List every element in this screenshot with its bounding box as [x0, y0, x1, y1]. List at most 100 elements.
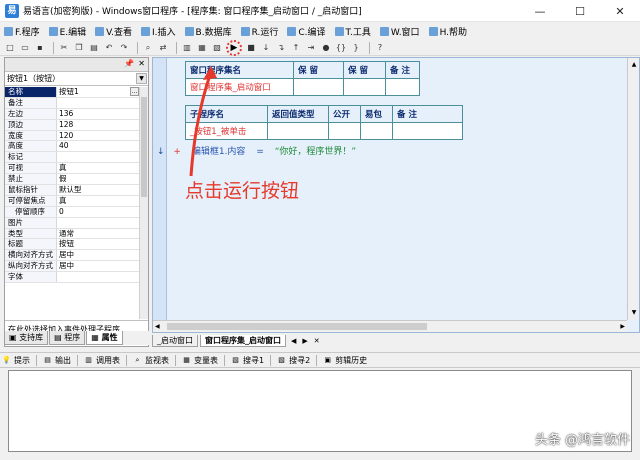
run-to-cursor-icon[interactable]: ⇥	[305, 42, 317, 54]
replace-icon[interactable]: ⇄	[157, 42, 169, 54]
property-value[interactable]: 默认型	[57, 185, 140, 195]
tab-output[interactable]: ▤ 输出	[43, 355, 71, 366]
property-row[interactable]: 鼠标指针 默认型	[5, 185, 140, 196]
menu-help[interactable]: H.帮助	[428, 25, 467, 38]
property-value[interactable]: 128	[57, 120, 140, 130]
editor-vertical-scrollbar[interactable]: ▲ ▼	[627, 58, 639, 320]
property-value[interactable]: 按钮1…	[57, 87, 140, 97]
scroll-up-icon[interactable]: ▲	[629, 60, 639, 70]
property-value[interactable]: 居中	[57, 250, 140, 260]
property-scrollbar[interactable]	[139, 87, 148, 319]
tab-support-library[interactable]: ▣ 支持库	[4, 331, 49, 345]
step-out-icon[interactable]: ↑	[290, 42, 302, 54]
property-row[interactable]: 左边 136	[5, 108, 140, 120]
menu-compile[interactable]: C.编译	[287, 25, 326, 38]
tab-tip[interactable]: 💡 提示	[2, 355, 30, 366]
braces-icon[interactable]: {}	[335, 42, 347, 54]
property-row[interactable]: 可视真	[5, 163, 140, 175]
property-value[interactable]	[57, 218, 140, 228]
code-editor[interactable]: 窗口程序集名 保 留 保 留 备 注 窗口程序集_启动窗口 子程序名 返回值类型…	[152, 57, 640, 333]
menu-run[interactable]: R.运行	[240, 25, 278, 38]
property-value[interactable]	[57, 272, 140, 282]
property-row[interactable]: 纵向对齐方式 居中	[5, 261, 140, 273]
menu-edit[interactable]: E.编辑	[48, 25, 86, 38]
property-value[interactable]: 真	[57, 196, 140, 206]
new-file-icon[interactable]: □	[4, 42, 16, 54]
copy-icon[interactable]: ❐	[73, 42, 85, 54]
property-row[interactable]: 可停留焦点真	[5, 195, 140, 207]
assembly-cell[interactable]	[293, 78, 344, 96]
sub-cell[interactable]	[360, 122, 393, 140]
tab-search2[interactable]: ▧ 搜寻2	[277, 355, 310, 366]
tab-clip-history[interactable]: ▣ 剪辑历史	[323, 355, 367, 366]
undo-icon[interactable]: ↶	[103, 42, 115, 54]
tab-call-table[interactable]: ▥ 调用表	[84, 355, 120, 366]
save-icon[interactable]: ▪	[34, 42, 46, 54]
chevron-down-icon[interactable]: ▼	[136, 73, 147, 84]
property-row[interactable]: 名称 按钮1…	[5, 87, 140, 98]
menu-program[interactable]: F.程序	[4, 25, 40, 38]
paste-icon[interactable]: ▤	[88, 42, 100, 54]
tab-variables[interactable]: ▦ 变量表	[182, 355, 218, 366]
ellipsis-icon[interactable]: …	[130, 87, 139, 96]
layout-1-icon[interactable]: ▥	[181, 42, 193, 54]
tab-nav-left-icon[interactable]: ◀	[291, 337, 296, 345]
property-row[interactable]: 顶边 128	[5, 119, 140, 131]
property-value[interactable]: 0	[57, 207, 140, 217]
panel-close-icon[interactable]: ✕	[138, 59, 145, 68]
assembly-cell[interactable]	[343, 78, 386, 96]
menu-view[interactable]: V.查看	[95, 25, 132, 38]
tab-close-icon[interactable]: ✕	[314, 337, 320, 345]
property-value[interactable]: 按钮	[57, 239, 140, 249]
property-row[interactable]: 图片	[5, 217, 140, 229]
property-value[interactable]	[57, 98, 140, 108]
menu-database[interactable]: B.数据库	[184, 25, 232, 38]
property-row[interactable]: 横向对齐方式 居中	[5, 250, 140, 262]
tab-properties[interactable]: ▦ 属性	[86, 331, 123, 345]
property-row[interactable]: 字体	[5, 272, 140, 284]
redo-icon[interactable]: ↷	[118, 42, 130, 54]
assembly-cell[interactable]	[385, 78, 420, 96]
property-value[interactable]: 真	[57, 163, 140, 173]
property-row[interactable]: 标题 按钮	[5, 239, 140, 251]
menu-tools[interactable]: T.工具	[334, 25, 371, 38]
property-value[interactable]	[57, 152, 140, 162]
object-selector[interactable]: 按钮1（按钮） ▼	[5, 72, 148, 86]
property-value[interactable]: 120	[57, 131, 140, 141]
tab-watch[interactable]: ⌕ 监视表	[133, 355, 169, 366]
tab-nav-right-icon[interactable]: ▶	[302, 337, 307, 345]
property-value[interactable]: 居中	[57, 261, 140, 271]
maximize-button[interactable]: ☐	[560, 0, 600, 22]
scroll-right-icon[interactable]: ▶	[620, 321, 625, 333]
brace-marker-icon[interactable]: }	[350, 42, 362, 54]
tab-assembly[interactable]: 窗口程序集_启动窗口	[200, 334, 286, 347]
scroll-down-icon[interactable]: ▼	[629, 308, 639, 318]
tab-program[interactable]: ▤ 程序	[49, 331, 86, 345]
help-tool-icon[interactable]: ?	[374, 42, 386, 54]
minimize-button[interactable]: —	[520, 0, 560, 22]
editor-horizontal-scrollbar[interactable]: ◀ ▶	[153, 320, 627, 332]
menu-window[interactable]: W.窗口	[379, 25, 420, 38]
find-icon[interactable]: ⌕	[142, 42, 154, 54]
breakpoint-icon[interactable]: ●	[320, 42, 332, 54]
sub-cell[interactable]	[267, 122, 329, 140]
property-value[interactable]: 通常	[57, 229, 140, 239]
menu-insert[interactable]: I.插入	[141, 25, 176, 38]
layout-2-icon[interactable]: ▦	[196, 42, 208, 54]
stop-icon[interactable]: ■	[245, 42, 257, 54]
pin-icon[interactable]: 📌	[124, 59, 134, 68]
close-button[interactable]: ✕	[600, 0, 640, 22]
property-row[interactable]: 禁止假	[5, 174, 140, 186]
property-value[interactable]: 假	[57, 174, 140, 184]
property-row[interactable]: 类型 通常	[5, 228, 140, 240]
scroll-thumb[interactable]	[141, 97, 147, 197]
tab-search1[interactable]: ▧ 搜寻1	[231, 355, 264, 366]
sub-cell[interactable]	[392, 122, 463, 140]
step-into-icon[interactable]: ↓	[260, 42, 272, 54]
step-over-icon[interactable]: ↴	[275, 42, 287, 54]
cut-icon[interactable]: ✂	[58, 42, 70, 54]
run-button[interactable]: ▶	[226, 39, 242, 56]
layout-3-icon[interactable]: ▧	[211, 42, 223, 54]
property-value[interactable]: 40	[57, 141, 140, 151]
scroll-thumb[interactable]	[167, 323, 427, 330]
